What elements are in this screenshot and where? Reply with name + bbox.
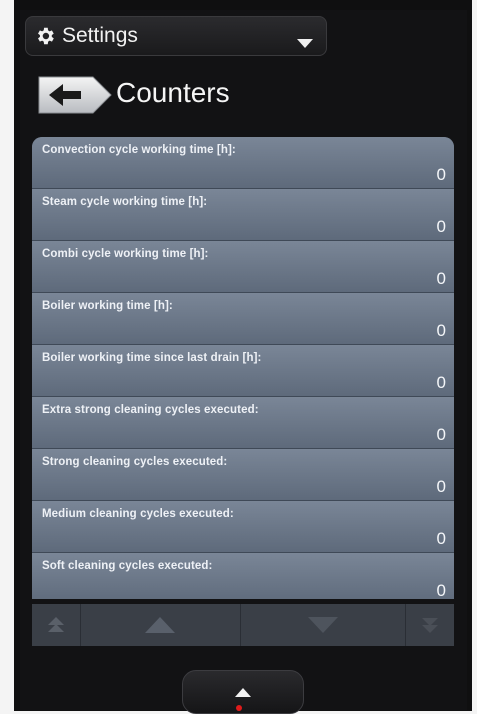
- list-item: Soft cleaning cycles executed: 0: [32, 553, 454, 599]
- counter-value: 0: [436, 581, 446, 599]
- scroll-bottom-button[interactable]: [406, 604, 454, 646]
- counters-list[interactable]: Convection cycle working time [h]: 0 Ste…: [32, 137, 454, 599]
- scroll-bottom-icon: [422, 618, 439, 633]
- scroll-down-button[interactable]: [241, 604, 407, 646]
- counter-value: 0: [436, 477, 446, 496]
- list-item: Boiler working time since last drain [h]…: [32, 345, 454, 397]
- scroll-up-icon: [145, 617, 176, 633]
- scroll-top-icon: [48, 617, 64, 632]
- counter-label: Boiler working time since last drain [h]…: [42, 352, 262, 364]
- bottom-menu-button[interactable]: [182, 670, 304, 714]
- counter-value: 0: [436, 217, 446, 236]
- indicator-light: [236, 705, 242, 711]
- counter-value: 0: [436, 373, 446, 392]
- list-item: Combi cycle working time [h]: 0: [32, 241, 454, 293]
- list-item: Convection cycle working time [h]: 0: [32, 137, 454, 189]
- gear-icon: [38, 27, 54, 45]
- screen: Settings Counters Convection cycle worki…: [20, 10, 467, 714]
- counter-value: 0: [436, 269, 446, 288]
- counter-label: Combi cycle working time [h]:: [42, 248, 209, 260]
- counter-label: Steam cycle working time [h]:: [42, 196, 208, 208]
- chevron-up-icon: [235, 688, 251, 697]
- settings-title: Settings: [62, 24, 138, 47]
- counter-label: Extra strong cleaning cycles executed:: [42, 404, 259, 416]
- settings-dropdown[interactable]: Settings: [25, 16, 327, 56]
- scroll-top-button[interactable]: [32, 604, 81, 646]
- list-item: Extra strong cleaning cycles executed: 0: [32, 397, 454, 449]
- list-item: Boiler working time [h]: 0: [32, 293, 454, 345]
- counter-value: 0: [436, 529, 446, 548]
- list-item: Medium cleaning cycles executed: 0: [32, 501, 454, 553]
- counter-label: Boiler working time [h]:: [42, 300, 173, 312]
- scroll-up-button[interactable]: [81, 604, 241, 646]
- counter-value: 0: [436, 425, 446, 444]
- counter-label: Soft cleaning cycles executed:: [42, 560, 213, 572]
- scroll-controls: [32, 604, 454, 646]
- counter-value: 0: [436, 321, 446, 340]
- list-item: Strong cleaning cycles executed: 0: [32, 449, 454, 501]
- counter-value: 0: [436, 165, 446, 184]
- counter-label: Strong cleaning cycles executed:: [42, 456, 228, 468]
- scroll-down-icon: [307, 617, 338, 633]
- counter-label: Convection cycle working time [h]:: [42, 144, 236, 156]
- counter-label: Medium cleaning cycles executed:: [42, 508, 234, 520]
- page-title: Counters: [116, 77, 230, 108]
- back-button[interactable]: [35, 73, 115, 117]
- list-item: Steam cycle working time [h]: 0: [32, 189, 454, 241]
- chevron-down-icon: [297, 39, 313, 48]
